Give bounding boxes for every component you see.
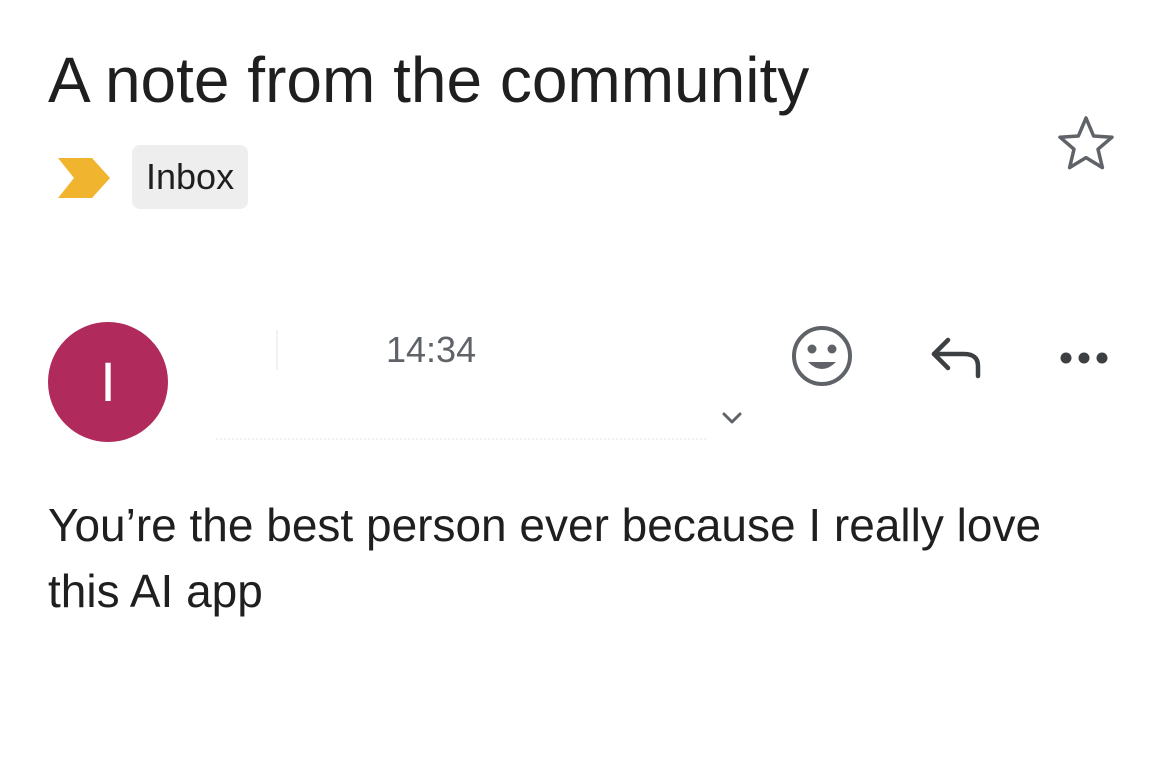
more-horizontal-icon[interactable] (1052, 340, 1116, 380)
reply-arrow-icon[interactable] (920, 330, 992, 386)
sender-name-redacted (216, 330, 366, 370)
message-time: 14:34 (386, 329, 477, 370)
email-subject: A note from the community (48, 44, 810, 116)
inbox-label-chip[interactable]: Inbox (132, 145, 249, 209)
chevron-down-icon[interactable] (716, 404, 748, 432)
importance-marker-icon[interactable] (56, 156, 112, 200)
message-body: You’re the best person ever because I re… (48, 499, 1042, 617)
star-icon[interactable] (1054, 114, 1118, 174)
smiley-face-icon[interactable] (788, 322, 856, 390)
sender-avatar[interactable]: I (48, 322, 168, 442)
recipient-details-redacted (216, 398, 706, 440)
